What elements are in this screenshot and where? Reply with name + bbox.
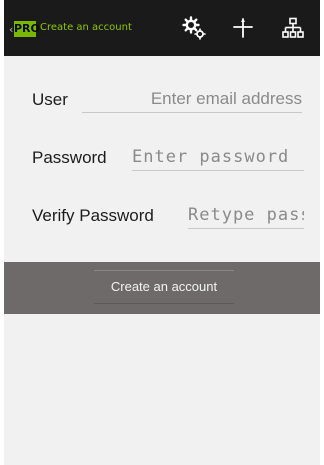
verify-password-input[interactable] xyxy=(188,202,304,229)
pin-crosshair-icon[interactable] xyxy=(229,14,257,42)
password-input[interactable] xyxy=(132,144,304,171)
user-email-input[interactable] xyxy=(82,86,302,113)
user-row: User xyxy=(4,56,320,113)
password-label: Password xyxy=(32,148,107,167)
create-account-button[interactable]: Create an account xyxy=(94,270,234,304)
up-caret-icon[interactable]: ‹ xyxy=(9,23,13,36)
pro-badge[interactable]: PRO xyxy=(14,21,40,37)
verify-password-label: Verify Password xyxy=(32,206,154,225)
sitemap-icon[interactable] xyxy=(279,14,307,42)
settings-gears-icon[interactable] xyxy=(180,14,208,42)
app-screen: ‹ PRO Create an account User Enter email… xyxy=(4,0,320,465)
password-row: Password xyxy=(4,114,320,171)
user-label: User xyxy=(32,90,68,109)
action-bar: ‹ PRO Create an account xyxy=(4,0,320,56)
action-bar-title: Create an account xyxy=(40,22,132,33)
button-bar: Create an account xyxy=(4,262,320,314)
verify-password-row: Verify Password xyxy=(4,172,320,229)
